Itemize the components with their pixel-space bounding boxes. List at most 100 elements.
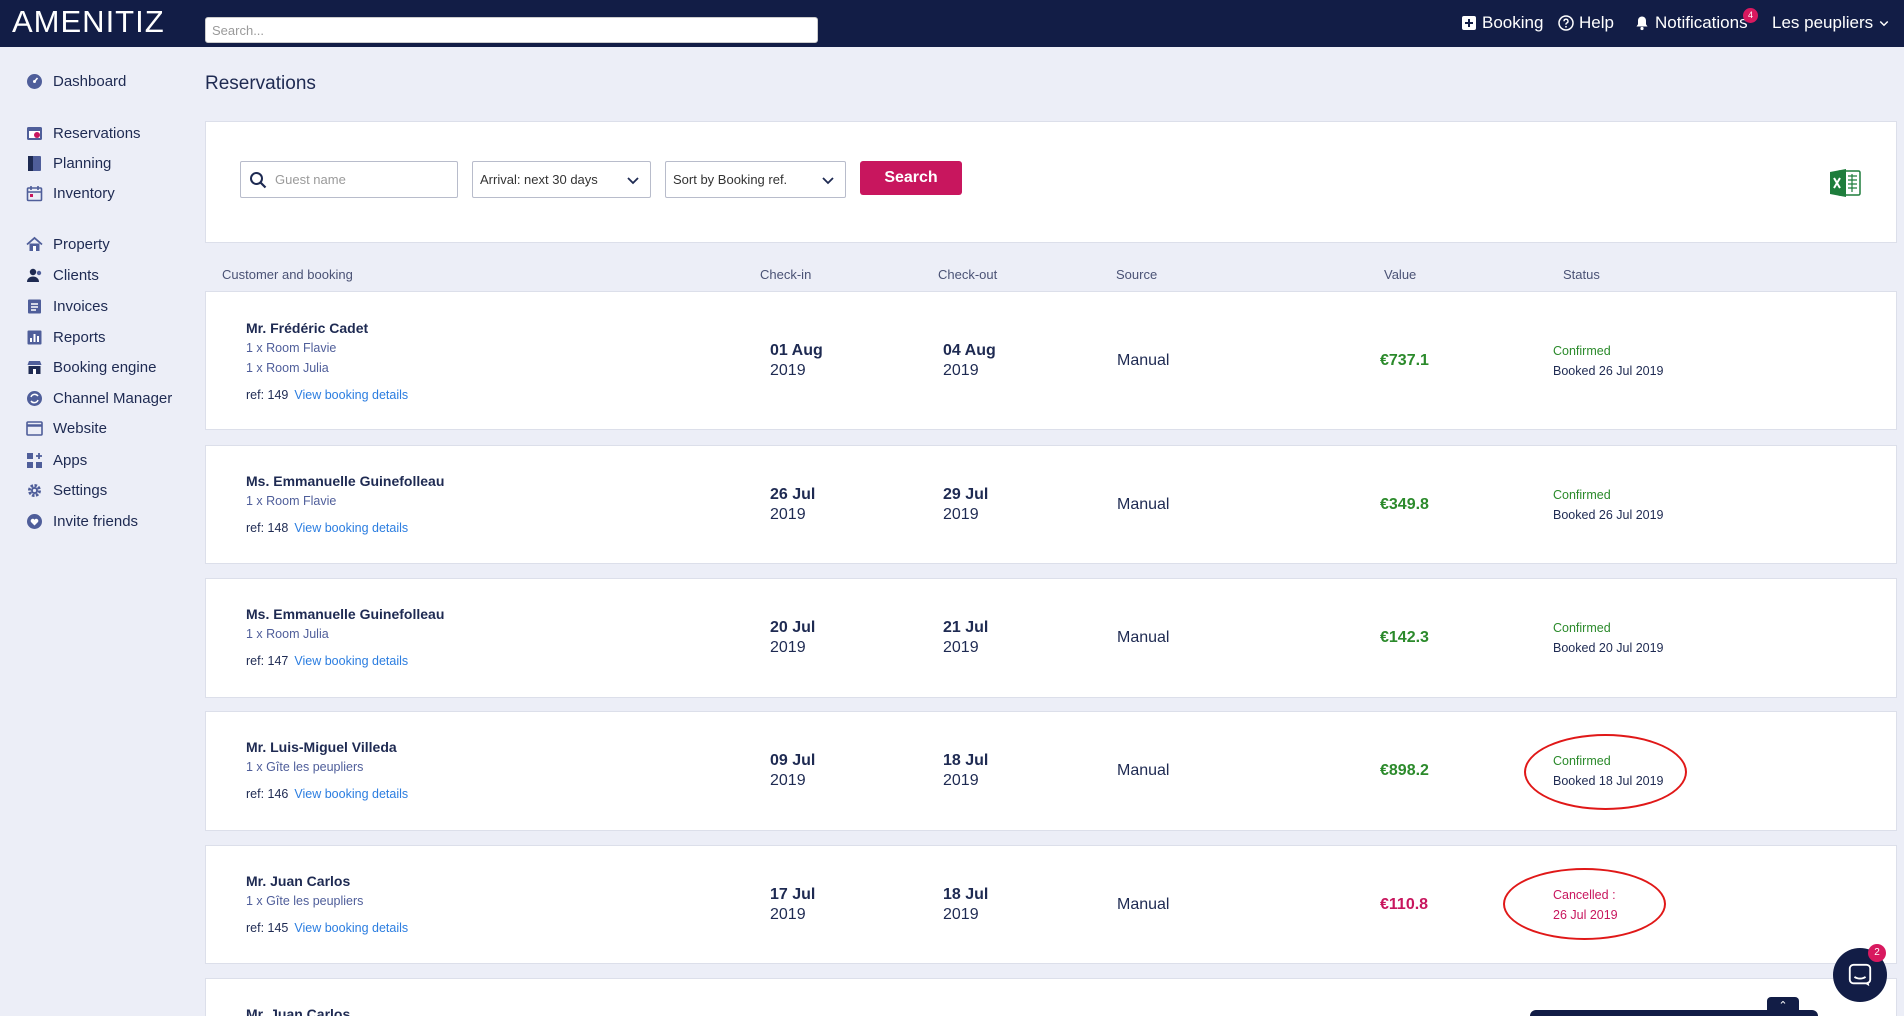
chat-unread-badge: 2 bbox=[1868, 944, 1886, 962]
filter-panel: Arrival: next 30 days Sort by Booking re… bbox=[205, 121, 1897, 243]
sidebar-item-label: Reports bbox=[53, 329, 106, 346]
customer-name[interactable]: Mr. Frédéric Cadet bbox=[246, 320, 368, 336]
reservation-row[interactable]: Mr. Juan Carlos 1 x Gîte les peupliers r… bbox=[205, 845, 1897, 964]
booking-ref-text: ref: 148 bbox=[246, 521, 289, 535]
customer-name[interactable]: Ms. Emmanuelle Guinefolleau bbox=[246, 606, 444, 622]
booking-ref: ref: 147 View booking details bbox=[246, 654, 408, 668]
sidebar-item-clients[interactable]: Clients bbox=[26, 267, 99, 284]
reservation-row[interactable]: Mr. Luis-Miguel Villeda 1 x Gîte les peu… bbox=[205, 711, 1897, 831]
checkin-day: 26 Jul bbox=[770, 486, 816, 503]
sidebar-item-planning[interactable]: Planning bbox=[26, 155, 111, 172]
sidebar-item-inventory[interactable]: Inventory bbox=[26, 185, 115, 202]
arrival-filter-select[interactable]: Arrival: next 30 days bbox=[472, 161, 651, 198]
customer-name[interactable]: Mr. Luis-Miguel Villeda bbox=[246, 739, 397, 755]
view-booking-details-link[interactable]: View booking details bbox=[294, 787, 408, 801]
checkin-year: 2019 bbox=[770, 772, 806, 789]
sort-select[interactable]: Sort by Booking ref. bbox=[665, 161, 846, 198]
chevron-up-icon[interactable]: ⌃ bbox=[1767, 997, 1799, 1016]
checkout-day: 18 Jul bbox=[943, 886, 989, 903]
new-booking-button[interactable]: Booking bbox=[1461, 13, 1543, 33]
guest-name-input[interactable] bbox=[275, 172, 445, 187]
sidebar-item-dashboard[interactable]: Dashboard bbox=[26, 73, 126, 90]
search-button[interactable]: Search bbox=[860, 161, 962, 195]
view-booking-details-link[interactable]: View booking details bbox=[294, 921, 408, 935]
sidebar-item-settings[interactable]: Settings bbox=[26, 482, 107, 499]
excel-export-icon[interactable] bbox=[1828, 166, 1862, 200]
chevron-down-icon bbox=[822, 176, 834, 184]
checkout-year: 2019 bbox=[943, 506, 979, 523]
invoices-icon bbox=[26, 298, 43, 315]
booking-value: €898.2 bbox=[1380, 762, 1429, 779]
sidebar-item-reports[interactable]: Reports bbox=[26, 329, 106, 346]
guest-name-search[interactable] bbox=[240, 161, 458, 198]
sidebar-item-label: Dashboard bbox=[53, 73, 127, 90]
checkout-day: 04 Aug bbox=[943, 342, 996, 359]
global-search-input[interactable] bbox=[205, 17, 818, 43]
column-header-source: Source bbox=[1116, 267, 1158, 282]
sidebar-item-label: Inventory bbox=[53, 185, 115, 202]
checkin-day: 01 Aug bbox=[770, 342, 823, 359]
chat-icon bbox=[1848, 963, 1872, 987]
checkout-day: 29 Jul bbox=[943, 486, 989, 503]
booking-ref-text: ref: 149 bbox=[246, 388, 289, 402]
room-line: 1 x Room Flavie bbox=[246, 341, 337, 355]
column-header-value: Value bbox=[1384, 267, 1417, 282]
property-switcher[interactable]: Les peupliers bbox=[1772, 13, 1890, 33]
customer-name[interactable]: Ms. Emmanuelle Guinefolleau bbox=[246, 473, 444, 489]
view-booking-details-link[interactable]: View booking details bbox=[294, 388, 408, 402]
gear-icon bbox=[26, 482, 43, 499]
booking-engine-icon bbox=[26, 359, 43, 376]
help-button[interactable]: Help bbox=[1558, 13, 1614, 33]
sidebar-item-invoices[interactable]: Invoices bbox=[26, 298, 108, 315]
search-icon bbox=[250, 171, 267, 188]
status-detail: Booked 26 Jul 2019 bbox=[1553, 508, 1664, 522]
room-line: 1 x Room Flavie bbox=[246, 494, 337, 508]
app-logo[interactable]: AMENITIZ bbox=[12, 4, 165, 40]
booking-ref-text: ref: 147 bbox=[246, 654, 289, 668]
room-line: 1 x Gîte les peupliers bbox=[246, 760, 364, 774]
sidebar-item-property[interactable]: Property bbox=[26, 236, 110, 253]
view-booking-details-link[interactable]: View booking details bbox=[294, 654, 408, 668]
sidebar-item-invite-friends[interactable]: Invite friends bbox=[26, 513, 138, 530]
sidebar: Dashboard Reservations Planning Inventor… bbox=[0, 47, 190, 1016]
clients-icon bbox=[26, 267, 43, 284]
checkout-day: 21 Jul bbox=[943, 619, 989, 636]
sidebar-item-label: Invite friends bbox=[53, 513, 139, 530]
booking-ref: ref: 145 View booking details bbox=[246, 921, 408, 935]
page-title: Reservations bbox=[205, 73, 316, 94]
booking-value: €349.8 bbox=[1380, 496, 1429, 513]
reservation-row[interactable]: Ms. Emmanuelle Guinefolleau 1 x Room Jul… bbox=[205, 578, 1897, 698]
sidebar-item-website[interactable]: Website bbox=[26, 420, 107, 437]
booking-value: €110.8 bbox=[1380, 896, 1429, 913]
booking-value: €737.1 bbox=[1380, 352, 1429, 369]
checkout-year: 2019 bbox=[943, 639, 979, 656]
planning-icon bbox=[26, 155, 43, 172]
booking-ref: ref: 146 View booking details bbox=[246, 787, 408, 801]
column-header-customer: Customer and booking bbox=[222, 267, 353, 282]
sidebar-item-apps[interactable]: Apps bbox=[26, 452, 87, 469]
booking-label: Booking bbox=[1482, 13, 1544, 32]
sidebar-item-booking-engine[interactable]: Booking engine bbox=[26, 359, 156, 376]
sidebar-item-label: Clients bbox=[53, 267, 99, 284]
top-bar: AMENITIZ Booking Help Notifications 4 Le… bbox=[0, 0, 1904, 47]
customer-name[interactable]: Mr. Juan Carlos bbox=[246, 873, 350, 889]
bell-icon bbox=[1636, 16, 1648, 31]
checkin-day: 17 Jul bbox=[770, 886, 816, 903]
property-name: Les peupliers bbox=[1772, 13, 1874, 32]
booking-source: Manual bbox=[1117, 896, 1170, 913]
reservations-icon bbox=[26, 125, 43, 142]
status-detail: Booked 26 Jul 2019 bbox=[1553, 364, 1664, 378]
reservation-row[interactable]: Mr. Frédéric Cadet 1 x Room Flavie 1 x R… bbox=[205, 291, 1897, 430]
view-booking-details-link[interactable]: View booking details bbox=[294, 521, 408, 535]
notifications-button[interactable]: Notifications bbox=[1634, 13, 1748, 33]
dashboard-icon bbox=[26, 73, 43, 90]
sidebar-item-channel-manager[interactable]: Channel Manager bbox=[26, 390, 172, 407]
checkin-year: 2019 bbox=[770, 906, 806, 923]
channel-manager-icon bbox=[26, 390, 43, 407]
sidebar-item-reservations[interactable]: Reservations bbox=[26, 125, 141, 142]
checkin-year: 2019 bbox=[770, 506, 806, 523]
reservation-row[interactable]: Ms. Emmanuelle Guinefolleau 1 x Room Fla… bbox=[205, 445, 1897, 564]
highlight-circle bbox=[1524, 734, 1687, 810]
booking-source: Manual bbox=[1117, 496, 1170, 513]
customer-name[interactable]: Mr. Juan Carlos bbox=[246, 1006, 350, 1016]
